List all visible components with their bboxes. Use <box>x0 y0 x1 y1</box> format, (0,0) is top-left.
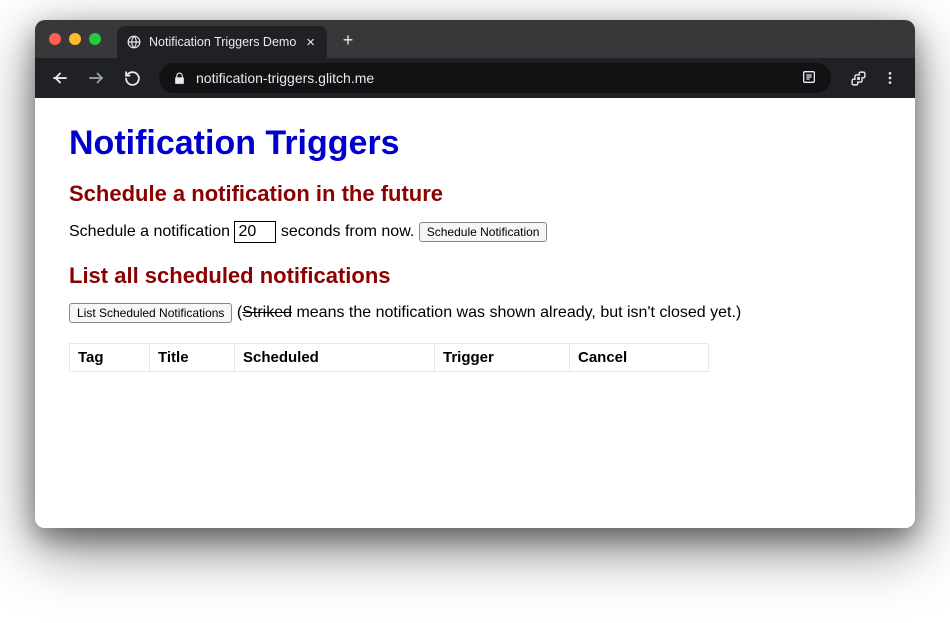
schedule-notification-button[interactable]: Schedule Notification <box>419 222 548 242</box>
note: (Striked means the notification was show… <box>237 304 741 321</box>
toolbar-right <box>843 63 905 93</box>
window-titlebar: Notification Triggers Demo × + <box>35 20 915 58</box>
tab-close-icon[interactable]: × <box>306 34 315 51</box>
notifications-table: Tag Title Scheduled Trigger Cancel <box>69 343 709 372</box>
new-tab-button[interactable]: + <box>335 28 361 54</box>
col-trigger: Trigger <box>435 344 570 372</box>
url-text: notification-triggers.glitch.me <box>196 70 791 86</box>
address-bar[interactable]: notification-triggers.glitch.me <box>159 63 831 93</box>
browser-tab[interactable]: Notification Triggers Demo × <box>117 26 327 58</box>
lock-icon <box>173 72 186 85</box>
page-title: Notification Triggers <box>69 124 881 163</box>
page-content: Notification Triggers Schedule a notific… <box>35 98 915 528</box>
traffic-lights <box>49 33 101 45</box>
col-cancel: Cancel <box>570 344 709 372</box>
note-striked: Striked <box>242 304 292 321</box>
reload-button[interactable] <box>117 63 147 93</box>
window-close-button[interactable] <box>49 33 61 45</box>
schedule-label-before: Schedule a notification <box>69 223 234 240</box>
section-list-heading: List all scheduled notifications <box>69 263 881 289</box>
forward-button[interactable] <box>81 63 111 93</box>
col-scheduled: Scheduled <box>235 344 435 372</box>
browser-toolbar: notification-triggers.glitch.me <box>35 58 915 98</box>
col-title: Title <box>150 344 235 372</box>
globe-icon <box>127 35 141 49</box>
list-row: List Scheduled Notifications (Striked me… <box>69 303 881 323</box>
schedule-row: Schedule a notification seconds from now… <box>69 221 881 243</box>
reader-mode-icon[interactable] <box>801 69 817 88</box>
window-minimize-button[interactable] <box>69 33 81 45</box>
table-header-row: Tag Title Scheduled Trigger Cancel <box>70 344 709 372</box>
browser-window: Notification Triggers Demo × + notificat… <box>35 20 915 528</box>
extension-icon[interactable] <box>843 63 873 93</box>
section-schedule-heading: Schedule a notification in the future <box>69 181 881 207</box>
schedule-label-after: seconds from now. <box>281 223 419 240</box>
window-maximize-button[interactable] <box>89 33 101 45</box>
menu-button[interactable] <box>875 63 905 93</box>
list-scheduled-button[interactable]: List Scheduled Notifications <box>69 303 232 323</box>
col-tag: Tag <box>70 344 150 372</box>
seconds-input[interactable] <box>234 221 276 243</box>
back-button[interactable] <box>45 63 75 93</box>
tab-title: Notification Triggers Demo <box>149 35 296 49</box>
note-rest: means the notification was shown already… <box>292 304 741 321</box>
